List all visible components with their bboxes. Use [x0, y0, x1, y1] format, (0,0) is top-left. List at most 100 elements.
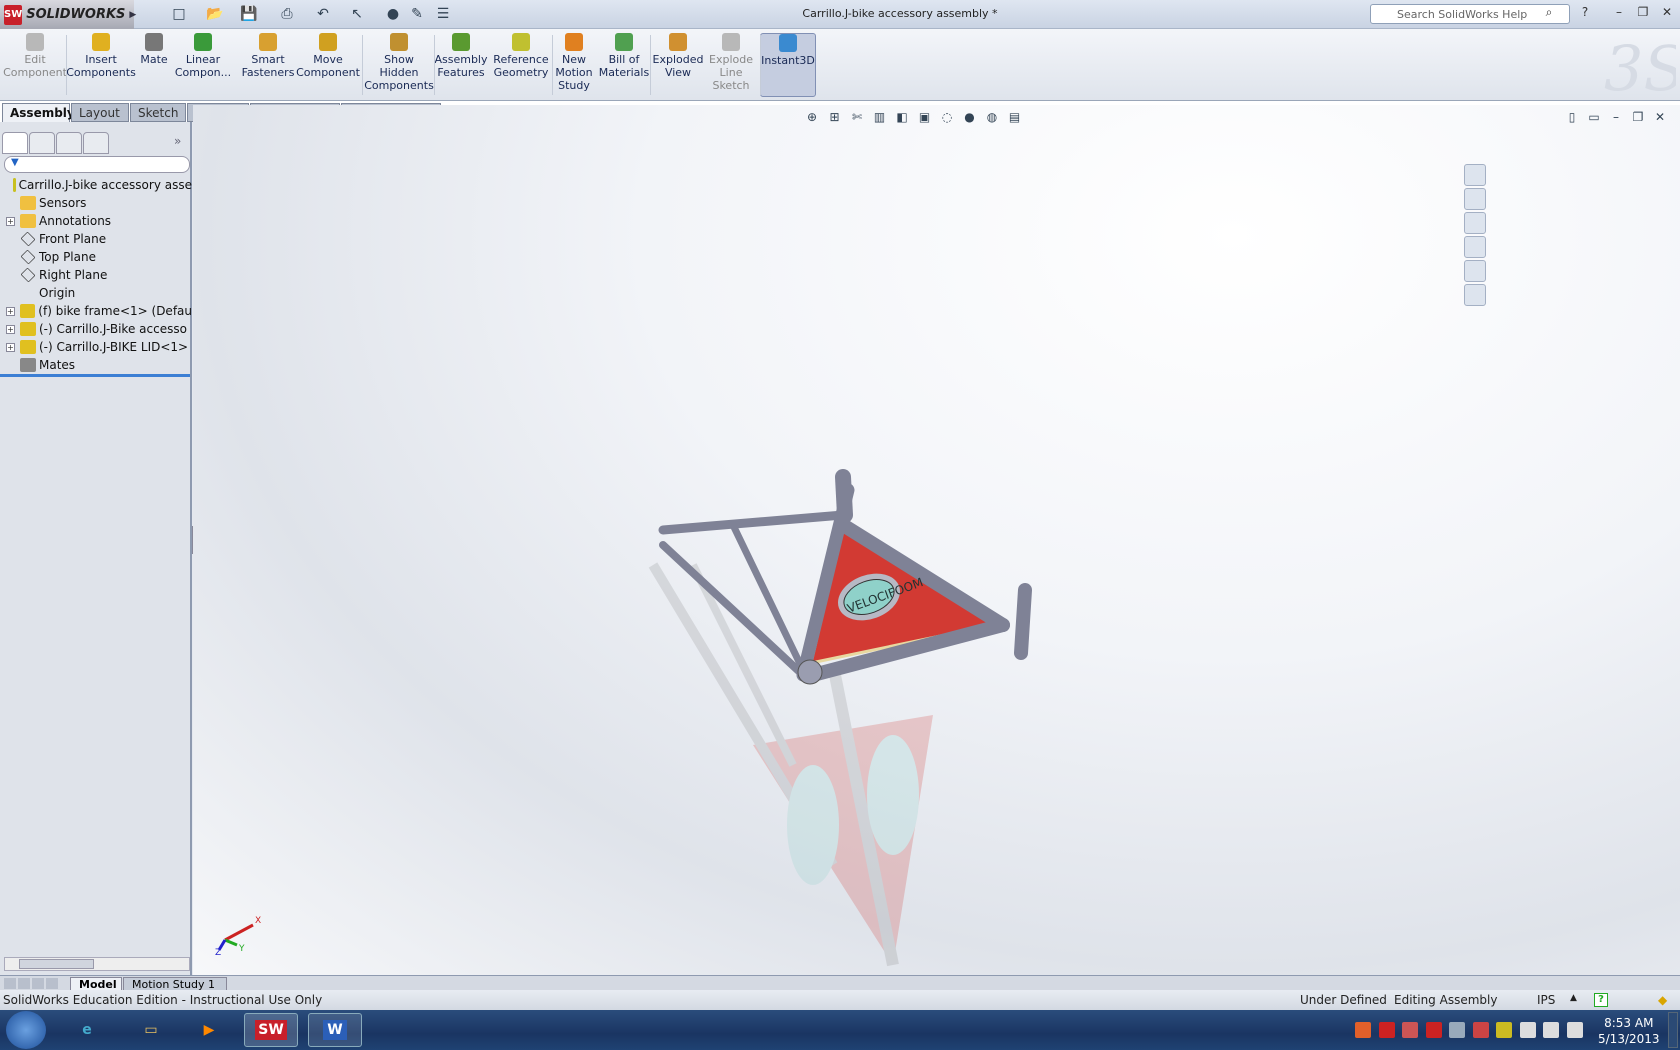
- ribbon-move-component-button[interactable]: Move Component: [296, 33, 360, 97]
- tray-icon-8[interactable]: [1543, 1022, 1559, 1038]
- graphics-viewport[interactable]: ⊕ ⊞ ✄ ▥ ◧ ▣ ◌ ● ◍ ▤ ▯ ▭ – ❐ ✕ VELOCIFOOM X: [193, 105, 1680, 975]
- ribbon-1-icon: [92, 33, 110, 51]
- task-pane-custom-properties-icon[interactable]: [1464, 284, 1486, 306]
- tray-icon-5[interactable]: [1472, 1022, 1489, 1038]
- tray-icon-2[interactable]: [1402, 1022, 1418, 1038]
- task-pane-file-explorer-icon[interactable]: [1464, 212, 1486, 234]
- tree-item[interactable]: + (f) bike frame<1> (Defau: [0, 302, 192, 320]
- expand-icon[interactable]: +: [6, 306, 15, 316]
- task-pane-appearances-icon[interactable]: [1464, 260, 1486, 282]
- tray-icon-1[interactable]: [1378, 1022, 1395, 1038]
- ribbon-new-motion-button[interactable]: New Motion Study: [554, 33, 594, 97]
- tree-item[interactable]: Mates: [0, 356, 192, 374]
- ribbon-instant3d-button[interactable]: Instant3D: [760, 33, 816, 97]
- expand-panel-icon[interactable]: »: [174, 134, 181, 148]
- horizontal-scrollbar[interactable]: [4, 957, 190, 971]
- ribbon-smart-fasteners-button[interactable]: Smart Fasteners: [240, 33, 296, 97]
- help-status-icon[interactable]: ?: [1594, 993, 1608, 1007]
- ribbon-label: Materials: [598, 66, 650, 79]
- close-icon[interactable]: ✕: [1658, 5, 1676, 21]
- options-icon[interactable]: ☰: [432, 4, 454, 24]
- ribbon-linear-compon-button[interactable]: Linear Compon...: [172, 33, 234, 97]
- tree-item[interactable]: Sensors: [0, 194, 192, 212]
- tab-sketch[interactable]: Sketch: [130, 103, 186, 122]
- help-icon[interactable]: ?: [1576, 5, 1594, 21]
- property-manager-tab-icon[interactable]: [29, 132, 55, 154]
- tray-icon-4[interactable]: [1449, 1022, 1465, 1038]
- open-icon[interactable]: 📂: [204, 4, 226, 24]
- tray-icon-3[interactable]: [1425, 1022, 1442, 1038]
- ribbon-11-icon: [669, 33, 687, 51]
- rebuild-icon[interactable]: ●: [382, 4, 404, 24]
- units-up-icon[interactable]: ▲: [1570, 993, 1577, 1003]
- tree-item[interactable]: + (-) Carrillo.J-BIKE LID<1>: [0, 338, 192, 356]
- tab-motion-study-1[interactable]: Motion Study 1: [123, 977, 227, 991]
- expand-icon[interactable]: +: [6, 342, 15, 352]
- bike-frame-model[interactable]: VELOCIFOOM: [193, 105, 1680, 975]
- taskbar-ie-icon[interactable]: e: [60, 1013, 114, 1047]
- units-selector[interactable]: IPS: [1537, 993, 1555, 1007]
- tab-assembly[interactable]: Assembly: [2, 103, 75, 122]
- new-icon[interactable]: □: [168, 4, 190, 24]
- first-icon[interactable]: [4, 978, 16, 989]
- ribbon-assembly-features-button[interactable]: Assembly Features: [434, 33, 488, 97]
- expand-icon[interactable]: +: [6, 216, 15, 226]
- ribbon-exploded-view-button[interactable]: Exploded View: [652, 33, 704, 97]
- tag-icon[interactable]: ◆: [1658, 993, 1667, 1007]
- expand-icon[interactable]: +: [6, 324, 15, 334]
- tree-item-label: Top Plane: [39, 250, 96, 264]
- tree-item[interactable]: Right Plane: [0, 266, 192, 284]
- taskbar-explorer-icon[interactable]: ▭: [124, 1013, 178, 1047]
- tree-item[interactable]: + (-) Carrillo.J-Bike accesso: [0, 320, 192, 338]
- ribbon-label: Study: [558, 79, 590, 92]
- ribbon-insert-components-button[interactable]: Insert Components: [66, 33, 136, 97]
- tab-model[interactable]: Model: [70, 977, 122, 991]
- tree-item[interactable]: Carrillo.J-bike accessory asse: [0, 176, 192, 194]
- tree-item-label: Right Plane: [39, 268, 108, 282]
- tray-icon-6[interactable]: [1496, 1022, 1512, 1038]
- taskbar-solidworks-icon[interactable]: SW: [244, 1013, 298, 1047]
- ribbon-5-icon: [319, 33, 337, 51]
- svg-text:X: X: [255, 916, 261, 926]
- task-pane-design-library-icon[interactable]: [1464, 188, 1486, 210]
- taskbar-word-icon[interactable]: W: [308, 1013, 362, 1047]
- display-manager-tab-icon[interactable]: [83, 132, 109, 154]
- tree-filter-input[interactable]: ▼: [4, 156, 190, 173]
- configuration-manager-tab-icon[interactable]: [56, 132, 82, 154]
- save-icon[interactable]: 💾: [238, 4, 260, 24]
- tree-item[interactable]: Origin: [0, 284, 192, 302]
- tray-icon-7[interactable]: [1519, 1022, 1536, 1038]
- tray-icon-0[interactable]: [1355, 1022, 1371, 1038]
- undo-icon[interactable]: ↶: [312, 4, 334, 24]
- print-icon[interactable]: ⎙: [276, 4, 298, 24]
- last-icon[interactable]: [46, 978, 58, 989]
- task-pane-view-palette-icon[interactable]: [1464, 236, 1486, 258]
- ribbon-edit-component-button[interactable]: Edit Component: [3, 33, 67, 97]
- select-icon[interactable]: ↖: [346, 4, 368, 24]
- start-button-icon[interactable]: [6, 1011, 46, 1049]
- tree-item[interactable]: + Annotations: [0, 212, 192, 230]
- tree-item[interactable]: Top Plane: [0, 248, 192, 266]
- file-properties-icon[interactable]: ✎: [406, 4, 428, 24]
- tab-layout[interactable]: Layout: [71, 103, 129, 122]
- search-icon[interactable]: ⌕: [1540, 5, 1558, 21]
- restore-icon[interactable]: ❐: [1634, 5, 1652, 21]
- solidworks-menu-button[interactable]: SW SOLIDWORKS ▶: [0, 0, 136, 29]
- ribbon-reference-geometry-button[interactable]: Reference Geometry: [490, 33, 552, 97]
- minimize-icon[interactable]: –: [1610, 5, 1628, 21]
- tree-item[interactable]: Front Plane: [0, 230, 192, 248]
- origin-icon: [20, 286, 36, 300]
- ribbon-show-hidden-button[interactable]: Show Hidden Components: [360, 33, 438, 97]
- show-desktop-button[interactable]: [1668, 1012, 1678, 1048]
- feature-tree-tab-icon[interactable]: [2, 132, 28, 154]
- tray-icon-9[interactable]: [1566, 1022, 1583, 1038]
- system-clock[interactable]: 8:53 AM 5/13/2013: [1598, 1015, 1660, 1047]
- ribbon-bill-of-materials-button[interactable]: Bill of Materials: [598, 33, 650, 97]
- ribbon-explode-line-button[interactable]: Explode Line Sketch: [706, 33, 756, 97]
- ribbon-mate-button[interactable]: Mate: [138, 33, 170, 97]
- next-icon[interactable]: [32, 978, 44, 989]
- prev-icon[interactable]: [18, 978, 30, 989]
- taskbar-media-player-icon[interactable]: ▶: [182, 1013, 236, 1047]
- task-pane-home-icon[interactable]: [1464, 164, 1486, 186]
- bottom-tabs: Model Motion Study 1: [0, 975, 1680, 991]
